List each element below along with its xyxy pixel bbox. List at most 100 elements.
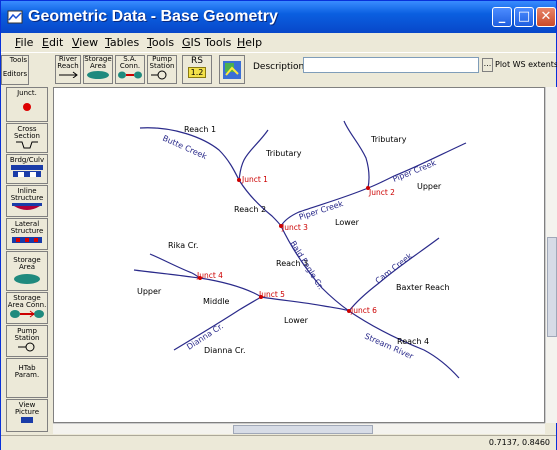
- menu-edit[interactable]: Edit: [42, 36, 63, 49]
- inline-structure-icon: [12, 203, 42, 210]
- title-bar[interactable]: Geometric Data - Base Geometry _ □ ✕: [1, 1, 556, 33]
- reach-2-line[interactable]: [238, 179, 282, 227]
- tab-tools-label[interactable]: Tools: [2, 56, 28, 64]
- close-button[interactable]: ✕: [536, 7, 556, 27]
- tributary-1-line[interactable]: [238, 129, 269, 181]
- view-picture-tool[interactable]: View Picture: [6, 399, 48, 432]
- storage-area-conn-tool[interactable]: Storage Area Conn.: [6, 292, 48, 324]
- junction-1-point[interactable]: [237, 178, 241, 182]
- junction-icon: [23, 103, 31, 111]
- description-input[interactable]: [303, 57, 479, 73]
- river-reach-icon: [59, 71, 78, 79]
- reach-label: Rika Cr.: [168, 241, 198, 250]
- status-bar: 0.7137, 0.8460: [1, 435, 556, 450]
- junction-label: Junct 6: [350, 306, 377, 315]
- menu-help[interactable]: Help: [237, 36, 262, 49]
- reach-label: Reach 1: [184, 125, 216, 134]
- upper-left-line[interactable]: [133, 269, 201, 279]
- vertical-scroll-thumb[interactable]: [547, 237, 557, 337]
- junction-label: Junct 1: [241, 175, 268, 184]
- pump-station-button[interactable]: Pump Station: [147, 55, 177, 84]
- pump-station-label: Pump Station: [149, 55, 175, 70]
- map-layers-icon: [223, 61, 241, 79]
- baxter-reach-line[interactable]: [348, 237, 440, 312]
- horizontal-scroll-thumb[interactable]: [233, 425, 373, 434]
- menu-file[interactable]: File: [15, 36, 33, 49]
- lower-middle-line[interactable]: [260, 296, 350, 312]
- menu-view[interactable]: View: [72, 36, 98, 49]
- view-picture-label: View Picture: [14, 401, 40, 416]
- menu-tables[interactable]: Tables: [105, 36, 139, 49]
- middle-line[interactable]: [199, 277, 262, 298]
- tributary-2-line[interactable]: [343, 120, 370, 189]
- storage-area-button[interactable]: Storage Area: [83, 55, 113, 84]
- plot-ws-extents-checkbox[interactable]: Plot WS extents: [495, 60, 557, 69]
- junction-label: Junct 2: [368, 188, 395, 197]
- tab-editors[interactable]: Tools Editors: [1, 55, 29, 85]
- main-window: Geometric Data - Base Geometry _ □ ✕ Fil…: [0, 0, 557, 450]
- lateral-structure-tool[interactable]: Lateral Structure: [6, 218, 48, 250]
- vertical-scrollbar[interactable]: [545, 87, 557, 423]
- junction-label: Junct 4: [196, 271, 223, 280]
- storage-area-tool-icon: [14, 274, 40, 284]
- river-network-map[interactable]: Reach 1 Tributary Tributary Upper Reach …: [54, 88, 544, 422]
- pump-icon: [151, 70, 167, 80]
- rs-value-badge: 1.2: [187, 67, 207, 78]
- reach-label: Upper: [137, 287, 162, 296]
- menu-bar: File Edit View Tables Tools GIS Tools He…: [1, 34, 556, 51]
- storage-area-tool-label: Storage Area: [13, 256, 41, 271]
- bridge-culvert-label: Brdg/Culv: [9, 156, 45, 164]
- reach-label: Middle: [203, 297, 230, 306]
- sa-conn-button[interactable]: S.A. Conn.: [115, 55, 145, 84]
- maximize-button[interactable]: □: [514, 7, 534, 27]
- reach-label: Lower: [335, 218, 360, 227]
- coordinate-readout: 0.7137, 0.8460: [488, 438, 550, 447]
- reach-label: Reach 2: [234, 205, 266, 214]
- storage-area-tool[interactable]: Storage Area: [6, 251, 48, 291]
- junction-tool[interactable]: Junct.: [6, 87, 48, 122]
- app-icon: [7, 10, 23, 24]
- cross-section-label: Cross Section: [13, 125, 40, 140]
- bridge-icon: [11, 165, 43, 177]
- river-name-label: Piper Creek: [391, 158, 437, 184]
- lateral-structure-icon: [12, 237, 42, 243]
- rs-button[interactable]: RS 1.2: [182, 55, 212, 84]
- reach-label: Tributary: [370, 135, 407, 144]
- description-label: Description :: [253, 62, 311, 72]
- htab-param-tool[interactable]: HTab Param.: [6, 358, 48, 398]
- reach-label: Tributary: [265, 149, 302, 158]
- storage-area-conn-label: Storage Area Conn.: [7, 294, 47, 309]
- sa-conn-icon: [118, 71, 142, 79]
- river-name-label: Cam Creek: [374, 251, 415, 285]
- horizontal-scrollbar[interactable]: [53, 423, 545, 434]
- river-reach-label: River Reach: [57, 55, 79, 70]
- toolbar: Tools Editors River Reach Storage Area S…: [1, 52, 557, 86]
- junction-label: Junct 5: [258, 290, 285, 299]
- junction-label: Junct 3: [281, 223, 308, 232]
- minimize-button[interactable]: _: [492, 7, 512, 27]
- reach-label: Baxter Reach: [396, 283, 450, 292]
- pump-station-tool[interactable]: Pump Station: [6, 325, 48, 357]
- inline-structure-tool[interactable]: Inline Structure: [6, 185, 48, 217]
- reach-label: Upper: [417, 182, 442, 191]
- river-name-label: Butte Creek: [161, 134, 208, 162]
- pump-station-tool-label: Pump Station: [14, 327, 40, 342]
- pump-station-tool-icon: [18, 342, 35, 352]
- map-layers-button[interactable]: [219, 55, 245, 84]
- bridge-culvert-tool[interactable]: Brdg/Culv: [6, 154, 48, 184]
- rs-label: RS: [191, 56, 203, 66]
- schematic-canvas[interactable]: Reach 1 Tributary Tributary Upper Reach …: [53, 87, 545, 423]
- tab-editors-label: Editors: [2, 70, 28, 78]
- lateral-structure-label: Lateral Structure: [10, 220, 44, 235]
- picture-icon: [21, 417, 33, 423]
- htab-param-label: HTab Param.: [14, 364, 40, 379]
- menu-tools[interactable]: Tools: [147, 36, 174, 49]
- reach-label: Dianna Cr.: [204, 346, 246, 355]
- editor-sidebar: Junct. Cross Section Brdg/Culv Inline St…: [4, 87, 50, 432]
- sa-conn-label: S.A. Conn.: [119, 55, 141, 70]
- menu-gis-tools[interactable]: GIS Tools: [182, 36, 231, 49]
- description-more-button[interactable]: ...: [482, 58, 493, 72]
- river-reach-button[interactable]: River Reach: [55, 55, 81, 84]
- storage-area-label: Storage Area: [84, 55, 112, 70]
- cross-section-tool[interactable]: Cross Section: [6, 123, 48, 153]
